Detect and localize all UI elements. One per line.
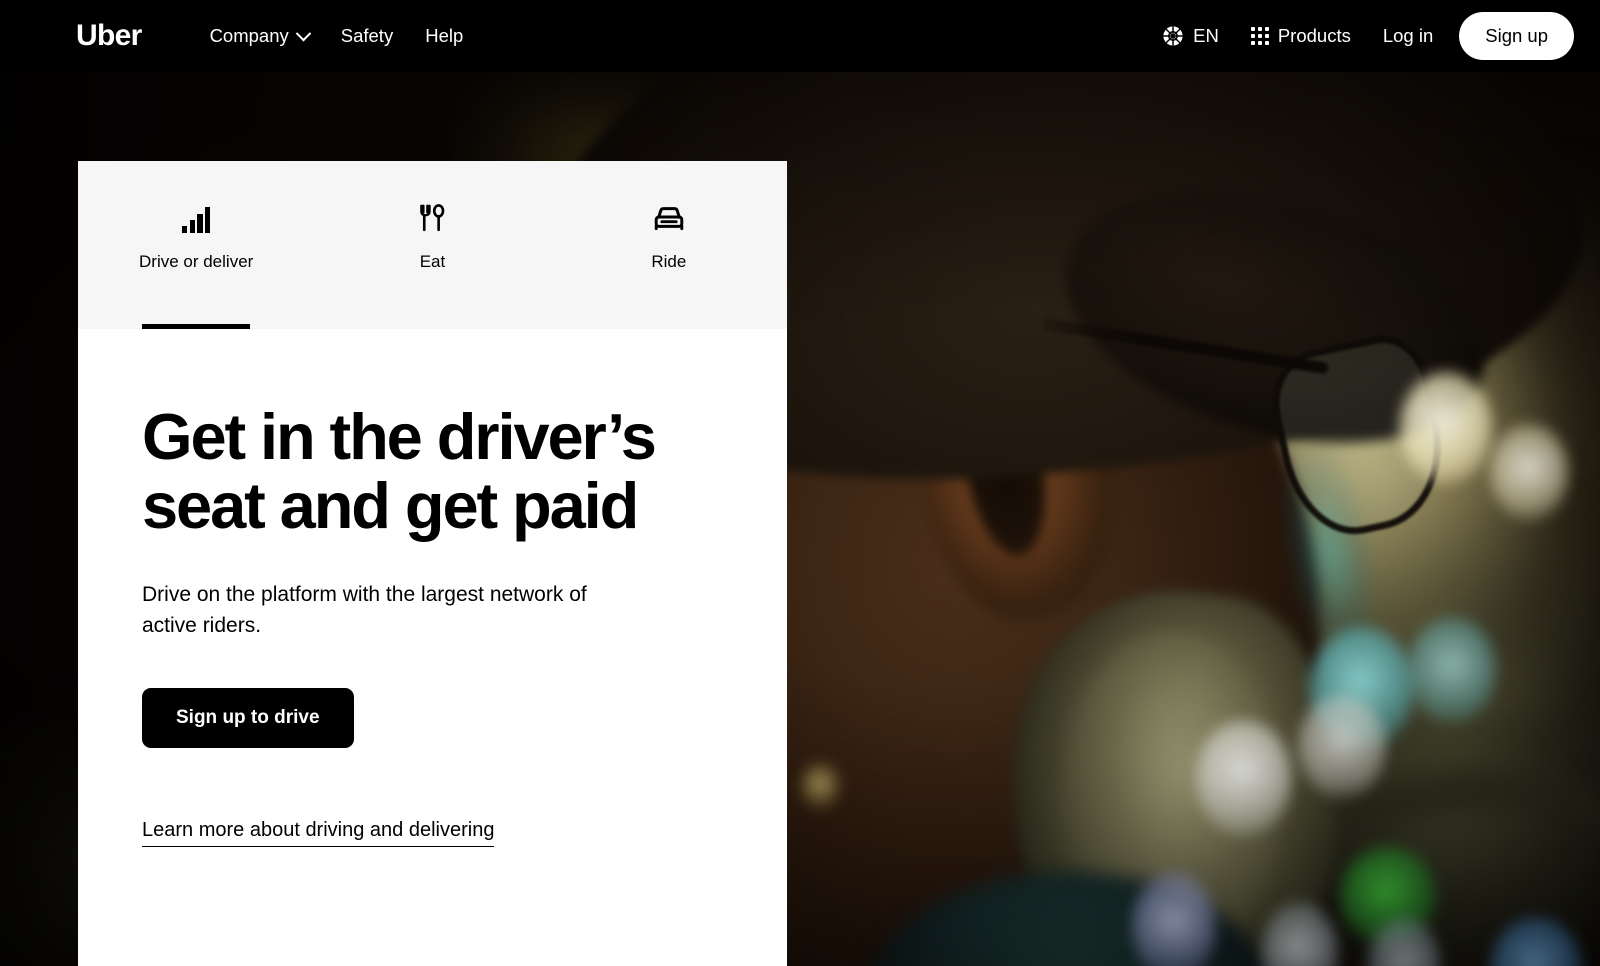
grid-dots-icon — [1250, 27, 1269, 45]
language-label: EN — [1193, 25, 1219, 46]
learn-more-row: Learn more about driving and delivering — [142, 818, 723, 847]
learn-more-link[interactable]: Learn more about driving and delivering — [142, 818, 495, 847]
hero-card: Drive or deliver Eat Ride Get in the dri… — [78, 161, 787, 966]
tab-ride-label: Ride — [651, 252, 687, 271]
products-label: Products — [1277, 25, 1351, 46]
language-selector[interactable]: EN — [1146, 16, 1235, 56]
tab-active-indicator — [142, 324, 251, 329]
signup-button[interactable]: Sign up — [1459, 12, 1574, 60]
bar-chart-icon — [181, 203, 211, 233]
tab-drive-or-deliver-label: Drive or deliver — [139, 252, 254, 271]
top-navbar: Uber Company Safety Help EN Products Log… — [0, 0, 1600, 72]
nav-item-company[interactable]: Company — [194, 16, 325, 56]
tab-eat-label: Eat — [419, 252, 446, 271]
hero-tabs: Drive or deliver Eat Ride — [78, 161, 787, 329]
secondary-nav: EN Products Log in Sign up — [1146, 12, 1574, 60]
login-link[interactable]: Log in — [1367, 16, 1449, 56]
tab-eat[interactable]: Eat — [314, 161, 550, 329]
primary-nav: Company Safety Help — [194, 16, 480, 56]
products-menu[interactable]: Products — [1235, 16, 1367, 56]
nav-item-safety[interactable]: Safety — [325, 16, 409, 56]
car-front-icon — [653, 203, 685, 233]
page-subtitle: Drive on the platform with the largest n… — [142, 582, 587, 638]
fork-spoon-icon — [417, 203, 447, 233]
tab-drive-or-deliver[interactable]: Drive or deliver — [78, 161, 314, 329]
nav-item-help-label: Help — [425, 25, 464, 46]
uber-logo[interactable]: Uber — [76, 21, 142, 51]
nav-item-safety-label: Safety — [340, 25, 394, 46]
tab-ride[interactable]: Ride — [551, 161, 787, 329]
nav-item-company-label: Company — [209, 25, 289, 46]
signup-to-drive-button[interactable]: Sign up to drive — [142, 687, 354, 748]
page-root: Uber Company Safety Help EN Products Log… — [0, 0, 1600, 966]
globe-icon — [1163, 26, 1183, 46]
chevron-down-icon — [295, 25, 312, 41]
nav-item-help[interactable]: Help — [409, 16, 479, 56]
page-title: Get in the driver’s seat and get paid — [142, 400, 657, 542]
hero-card-body: Get in the driver’s seat and get paid Dr… — [78, 329, 787, 966]
login-label: Log in — [1382, 25, 1434, 46]
